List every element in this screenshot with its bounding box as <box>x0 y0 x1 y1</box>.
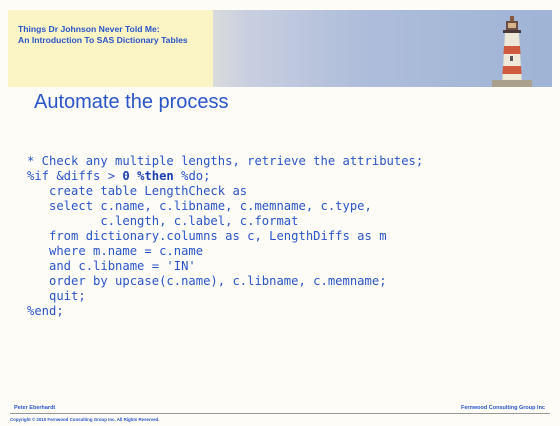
code-keyword: 0 %then <box>122 169 174 183</box>
code-line: create table LengthCheck as <box>27 184 248 198</box>
banner-cream-panel <box>8 10 213 87</box>
code-line: from dictionary.columns as c, LengthDiff… <box>27 229 387 243</box>
footer-company: Fernwood Consulting Group Inc <box>460 405 545 411</box>
code-line: %end; <box>27 304 64 318</box>
footer-author: Peter Eberhardt <box>14 405 56 411</box>
slide-heading: Automate the process <box>34 91 229 113</box>
code-line: quit; <box>27 289 86 303</box>
title-line-1: Things Dr Johnson Never Told Me: <box>18 24 160 34</box>
code-line: and c.libname = 'IN' <box>27 259 196 273</box>
code-text: %if &diffs > <box>27 169 123 183</box>
lighthouse-icon <box>492 16 532 87</box>
footer-copyright: Copyright © 2010 Fernwood Consulting Gro… <box>10 417 160 422</box>
footer-divider <box>10 413 550 414</box>
code-block: * Check any multiple lengths, retrieve t… <box>27 124 423 349</box>
code-line: where m.name = c.name <box>27 244 204 258</box>
slide: Things Dr Johnson Never Told Me: An Intr… <box>0 0 560 426</box>
title-line-2: An Introduction To SAS Dictionary Tables <box>18 35 188 45</box>
code-text: %do; <box>173 169 211 183</box>
code-line: %if &diffs > 0 %then %do; <box>27 169 423 184</box>
presentation-title: Things Dr Johnson Never Told Me: An Intr… <box>18 24 318 46</box>
code-line: * Check any multiple lengths, retrieve t… <box>27 154 424 168</box>
code-line: order by upcase(c.name), c.libname, c.me… <box>27 274 387 288</box>
header-banner: Things Dr Johnson Never Told Me: An Intr… <box>8 10 552 87</box>
code-line: c.length, c.label, c.format <box>27 214 299 228</box>
code-line: select c.name, c.libname, c.memname, c.t… <box>27 199 372 213</box>
